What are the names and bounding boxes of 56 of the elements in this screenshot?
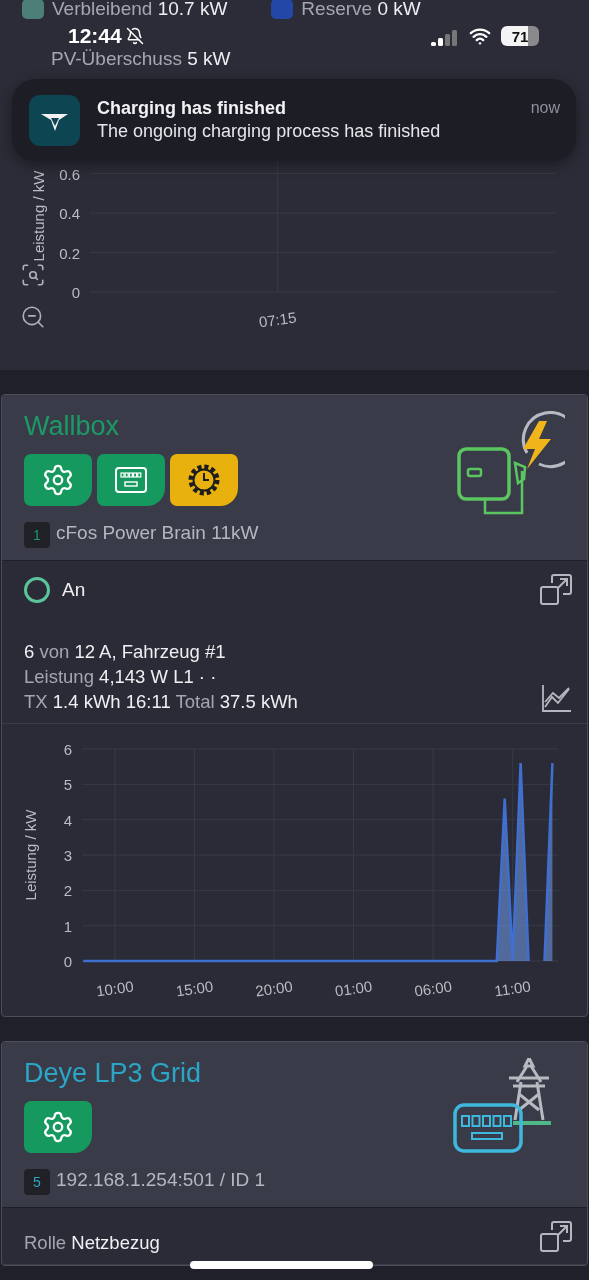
status-label: An: [62, 579, 86, 601]
gear-clock-icon: [186, 462, 222, 498]
x-tick-label: 20:00: [254, 977, 294, 1000]
x-tick-label: 10:00: [95, 977, 135, 1000]
settings-icon: [41, 1110, 75, 1144]
notification-title: Charging has finished: [97, 98, 288, 119]
notification-time: now: [530, 98, 560, 117]
meter-icon: [114, 466, 148, 494]
settings-icon: [41, 463, 75, 497]
legend-item: Verbleibend 10.7 kW: [22, 0, 228, 20]
bell-off-icon: [125, 27, 144, 45]
y-tick-label: 0.2: [59, 244, 80, 262]
meter-button[interactable]: [97, 454, 165, 506]
y-axis-title: Leistung / kW: [22, 809, 39, 901]
y-tick-label: 3: [63, 847, 72, 864]
info-line: 6 von 12 A, Fahrzeug #1: [24, 641, 227, 663]
y-tick-label: 2: [63, 882, 72, 900]
device-model: cFos Power Brain 11kW: [56, 522, 259, 544]
x-tick-label: 11:00: [493, 977, 532, 1000]
x-tick-label: 06:00: [413, 977, 453, 1000]
y-tick-label: 6: [63, 741, 72, 758]
info-line: TX 1.4 kWh 16:11 Total 37.5 kWh: [24, 691, 298, 713]
info-line: Leistung 4,143 W L1 · ·: [24, 666, 218, 688]
x-tick-label: 07:15: [257, 308, 298, 331]
zoom-out-icon[interactable]: [20, 304, 46, 330]
x-tick-label: 15:00: [174, 977, 215, 1000]
app-logo-icon: [29, 95, 80, 146]
y-tick-label: 0.4: [59, 205, 80, 223]
legend-item: Reserve 0 kW: [271, 0, 421, 20]
y-tick-label: 1: [63, 917, 72, 935]
legend-item: PV-Überschuss 5 kW: [50, 48, 231, 70]
settings-button[interactable]: [24, 1101, 92, 1153]
y-tick-label: 5: [63, 776, 72, 794]
device-number: 1: [24, 522, 50, 548]
y-axis-title: Leistung / kW: [30, 170, 47, 262]
device-number: 5: [24, 1169, 50, 1195]
y-tick-label: 0.6: [59, 165, 80, 183]
schedule-button[interactable]: [170, 454, 238, 506]
battery-level: 71: [501, 26, 539, 46]
info-line: Rolle Netzbezug: [24, 1232, 160, 1254]
clock-time: 12:44: [68, 24, 122, 48]
expand-icon[interactable]: [539, 573, 573, 607]
line-chart-icon[interactable]: [541, 683, 573, 713]
y-tick-label: 4: [63, 811, 72, 829]
y-tick-label: 0: [63, 953, 72, 970]
notification-body: The ongoing charging process has finished: [97, 121, 442, 142]
device-title: Deye LP3 Grid: [24, 1058, 203, 1089]
x-tick-label: 01:00: [333, 977, 374, 1000]
y-tick-label: 0: [71, 284, 80, 301]
device-title: Wallbox: [24, 411, 121, 442]
wifi-icon: [469, 25, 491, 47]
settings-button[interactable]: [24, 454, 92, 506]
device-model: 192.168.1.254:501 / ID 1: [56, 1169, 266, 1191]
notification-banner[interactable]: Charging has finished The ongoing charging process has finished now: [12, 79, 576, 161]
expand-icon[interactable]: [539, 1220, 573, 1254]
zoom-reset-icon[interactable]: [20, 262, 46, 288]
